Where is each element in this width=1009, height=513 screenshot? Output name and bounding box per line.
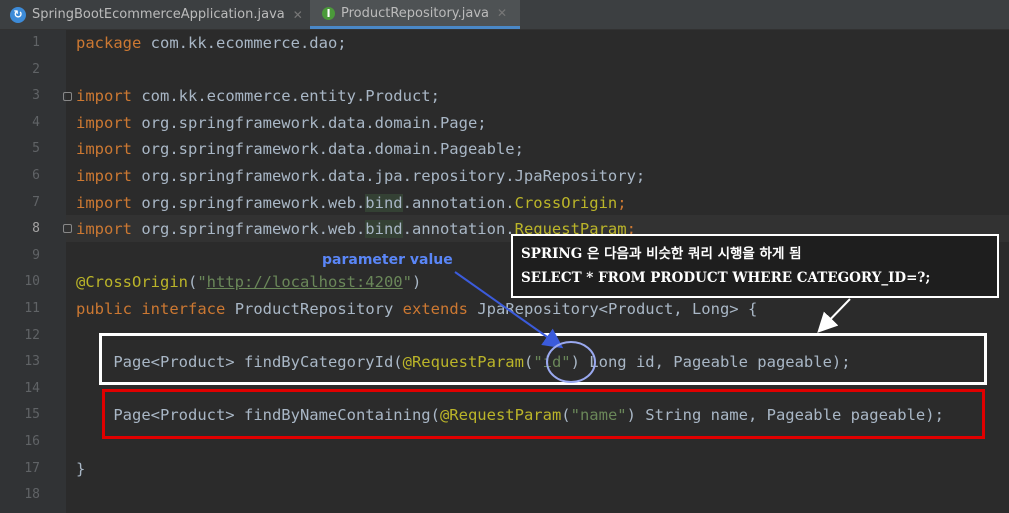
repository-interface-icon: I [322, 6, 335, 20]
code-text: org.springframework.data.domain.Pageable… [132, 140, 524, 159]
code-text: ( [187, 273, 198, 292]
keyword: public [76, 299, 132, 318]
close-icon[interactable]: ✕ [293, 8, 303, 22]
code-text: org.springframework.data.jpa.repository.… [132, 166, 646, 185]
keyword: interface [141, 299, 226, 318]
line-number: 4 [32, 114, 40, 130]
line-number: 15 [24, 407, 40, 423]
line-number: 8 [32, 221, 40, 237]
sql-explanation-callout: SPRING 은 다음과 비슷한 쿼리 시행을 하게 됨 SELECT * FR… [511, 234, 999, 298]
line-number: 14 [24, 380, 40, 396]
code-line-11: public interface ProductRepository exten… [76, 296, 944, 323]
line-number: 5 [32, 141, 40, 157]
code-text: " [402, 273, 412, 292]
callout-line-1: SPRING 은 다음과 비슷한 쿼리 시행을 하게 됨 [521, 246, 802, 262]
keyword: import [76, 220, 132, 239]
keyword: extends [402, 299, 468, 318]
code-text: com.kk.ecommerce.entity.Product; [132, 87, 440, 106]
line-number: 16 [24, 433, 40, 449]
interface-name: ProductRepository [234, 299, 394, 318]
callout-line-2: SELECT * FROM PRODUCT WHERE CATEGORY_ID=… [521, 270, 931, 286]
line-number: 13 [24, 354, 40, 370]
fold-icon[interactable] [63, 92, 72, 101]
keyword: import [76, 113, 132, 132]
code-text: com.kk.ecommerce.dao; [141, 34, 347, 52]
code-text: } [76, 459, 86, 478]
annotation: @CrossOrigin [76, 273, 188, 292]
code-text: .annotation. [402, 193, 515, 212]
keyword: package [76, 34, 142, 52]
close-icon[interactable]: ✕ [497, 6, 507, 20]
line-number: 11 [24, 300, 40, 316]
code-line-6: import org.springframework.data.jpa.repo… [76, 163, 944, 190]
code-text: org.springframework.data.domain.Page; [132, 113, 487, 132]
code-line-3: import com.kk.ecommerce.entity.Product; [76, 83, 944, 110]
highlight-box-find-by-name [102, 389, 985, 439]
code-line-4: import org.springframework.data.domain.P… [76, 110, 944, 137]
code-text: JpaRepository<Product, Long> { [468, 299, 758, 318]
code-line-5: import org.springframework.data.domain.P… [76, 136, 944, 163]
url-link[interactable]: http://localhost:4200 [207, 273, 403, 291]
line-number: 7 [32, 194, 40, 210]
line-number: 10 [24, 274, 40, 290]
keyword: import [76, 87, 132, 106]
code-line-1: package com.kk.ecommerce.dao; [76, 30, 944, 57]
code-text: ) [411, 273, 422, 292]
line-number: 18 [24, 487, 40, 503]
code-line-17: } [76, 456, 944, 483]
line-numbers: 1 2 3 4 5 6 7 8 9 10 11 12 13 14 15 16 1… [0, 30, 44, 509]
code-text: org.springframework.web. [132, 220, 366, 239]
keyword: import [76, 166, 132, 185]
code-text: CrossOrigin [514, 193, 618, 212]
line-number: 9 [32, 247, 40, 263]
fold-icon[interactable] [63, 224, 72, 233]
code-text: " [197, 273, 207, 292]
editor-tab-bar: ↻ SpringBootEcommerceApplication.java ✕ … [0, 0, 1009, 30]
code-text: bind [365, 193, 403, 212]
line-number: 17 [24, 460, 40, 476]
tab-label: ProductRepository.java [341, 5, 490, 21]
tab-springbootecommerceapplication[interactable]: ↻ SpringBootEcommerceApplication.java ✕ [0, 0, 310, 29]
line-number: 12 [24, 327, 40, 343]
parameter-value-label: parameter value [322, 252, 453, 268]
code-text: org.springframework.web. [132, 193, 366, 212]
keyword: import [76, 140, 132, 159]
code-line-7: import org.springframework.web.bind.anno… [76, 190, 944, 217]
line-number: 3 [32, 88, 40, 104]
highlight-box-find-by-category [99, 333, 987, 385]
tab-label: SpringBootEcommerceApplication.java [32, 7, 285, 22]
tab-productrepository[interactable]: I ProductRepository.java ✕ [310, 0, 520, 29]
spring-boot-icon: ↻ [10, 6, 26, 23]
keyword: import [76, 193, 132, 212]
code-text: bind [365, 220, 403, 239]
line-number: 1 [32, 35, 40, 50]
code-text: ; [617, 193, 627, 212]
line-number: 6 [32, 167, 40, 183]
code-text: .annotation. [402, 220, 515, 239]
line-number: 2 [32, 61, 40, 77]
